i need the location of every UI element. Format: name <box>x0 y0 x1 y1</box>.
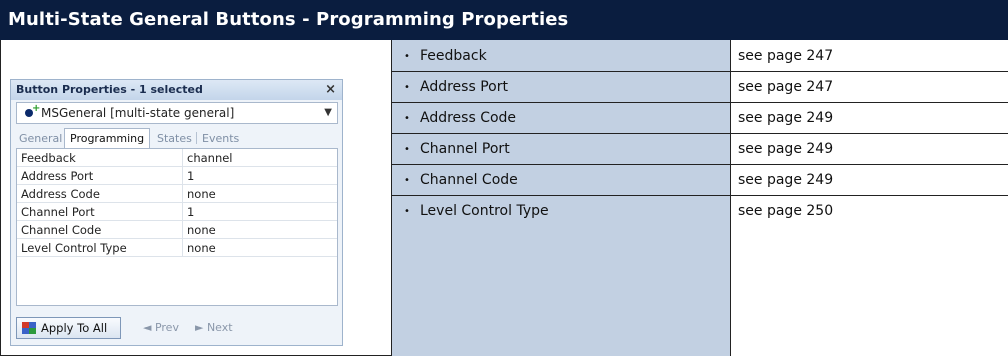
row-divider <box>392 195 1008 196</box>
tab-general[interactable]: General <box>19 130 62 148</box>
property-tabs: General Programming States Events <box>16 128 338 148</box>
bullet: • <box>404 51 410 62</box>
table-property-cell: • Channel Port <box>392 136 731 162</box>
row-divider <box>392 133 1008 134</box>
table-property-cell: • Level Control Type <box>392 198 731 224</box>
apply-to-all-label: Apply To All <box>41 321 108 335</box>
apply-icon <box>22 322 36 334</box>
property-value[interactable]: none <box>187 241 216 255</box>
close-icon[interactable]: × <box>325 80 336 100</box>
table-page-reference: see page 249 <box>738 110 834 126</box>
table-property-cell: • Feedback <box>392 43 731 69</box>
tab-separator <box>196 132 197 144</box>
property-name: Address Code <box>21 187 100 201</box>
table-property-cell: • Channel Code <box>392 167 731 193</box>
property-name: Address Port <box>21 169 94 183</box>
properties-reference-table: • Feedback see page 247 • Address Port see… <box>392 40 1008 356</box>
bullet: • <box>404 175 410 186</box>
table-property-label: Channel Port <box>420 141 510 157</box>
property-grid: Feedback channel Address Port 1 Address … <box>16 148 338 306</box>
screenshot-cell: Button Properties - 1 selected × + MSGen… <box>0 40 392 356</box>
prev-button[interactable]: ◄ Prev <box>143 321 179 334</box>
property-name: Feedback <box>21 151 76 165</box>
row-divider <box>392 164 1008 165</box>
property-row[interactable]: Level Control Type none <box>17 239 337 257</box>
property-row[interactable]: Feedback channel <box>17 149 337 167</box>
table-page-reference: see page 250 <box>738 203 834 219</box>
tab-programming[interactable]: Programming <box>64 128 151 148</box>
table-property-cell: • Address Code <box>392 105 731 131</box>
button-selector-dropdown[interactable]: + MSGeneral [multi-state general] ▼ <box>16 102 338 124</box>
table-property-cell: • Address Port <box>392 74 731 100</box>
bullet: • <box>404 144 410 155</box>
chevron-down-icon[interactable]: ▼ <box>324 103 332 123</box>
panel-header: Button Properties - 1 selected × <box>11 80 342 100</box>
property-row[interactable]: Address Code none <box>17 185 337 203</box>
property-value[interactable]: none <box>187 223 216 237</box>
property-value[interactable]: 1 <box>187 169 194 183</box>
table-property-label: Address Port <box>420 79 508 95</box>
property-value[interactable]: channel <box>187 151 233 165</box>
table-property-label: Channel Code <box>420 172 518 188</box>
panel-header-title: Button Properties - 1 selected <box>16 83 203 96</box>
next-button[interactable]: ► Next <box>195 321 233 334</box>
row-divider <box>392 102 1008 103</box>
property-row[interactable]: Channel Port 1 <box>17 203 337 221</box>
tab-events[interactable]: Events <box>202 130 239 148</box>
property-value[interactable]: none <box>187 187 216 201</box>
table-page-reference: see page 247 <box>738 48 834 64</box>
tab-states[interactable]: States <box>157 130 192 148</box>
apply-to-all-button[interactable]: Apply To All <box>16 317 121 339</box>
row-divider <box>392 71 1008 72</box>
bullet: • <box>404 113 410 124</box>
table-property-label: Address Code <box>420 110 517 126</box>
property-name: Channel Port <box>21 205 95 219</box>
button-properties-panel: Button Properties - 1 selected × + MSGen… <box>10 79 343 346</box>
property-row[interactable]: Address Port 1 <box>17 167 337 185</box>
table-property-label: Feedback <box>420 48 487 64</box>
property-value[interactable]: 1 <box>187 205 194 219</box>
property-name: Level Control Type <box>21 241 127 255</box>
bullet: • <box>404 82 410 93</box>
bullet: • <box>404 206 410 217</box>
panel-footer: Apply To All ◄ Prev ► Next <box>11 312 342 345</box>
property-row[interactable]: Channel Code none <box>17 221 337 239</box>
table-property-label: Level Control Type <box>420 203 549 219</box>
plus-icon: + <box>32 103 41 114</box>
selector-value: MSGeneral [multi-state general] <box>41 106 235 120</box>
table-page-reference: see page 249 <box>738 172 834 188</box>
table-page-reference: see page 247 <box>738 79 834 95</box>
property-name: Channel Code <box>21 223 102 237</box>
section-title: Multi-State General Buttons - Programmin… <box>0 0 1008 40</box>
table-page-reference: see page 249 <box>738 141 834 157</box>
